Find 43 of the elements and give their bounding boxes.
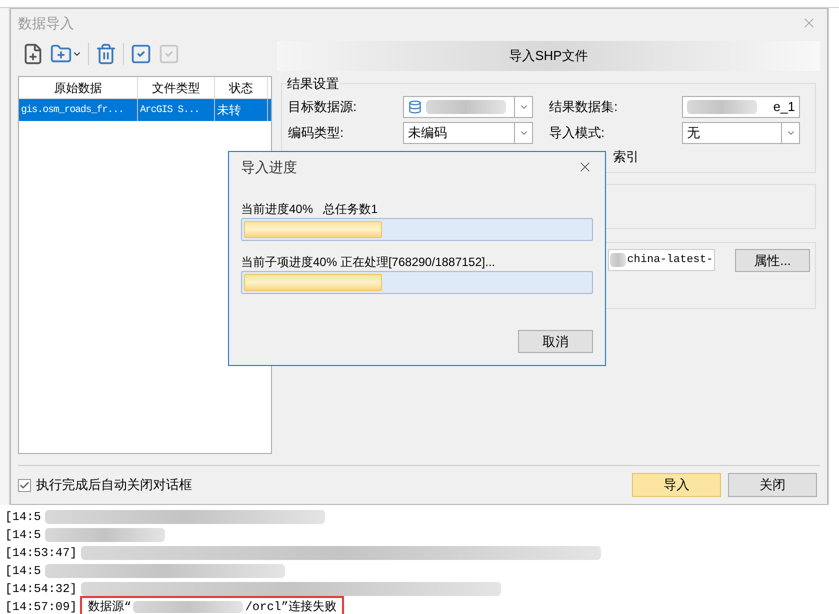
redaction-blur: [687, 100, 757, 114]
encoding-select[interactable]: 未编码: [403, 122, 533, 144]
redaction-blur: [610, 253, 626, 267]
log-time: [14:5: [5, 527, 42, 544]
column-header[interactable]: 文件类型: [138, 77, 215, 98]
window-title: 数据导入: [18, 14, 74, 32]
auto-close-checkbox[interactable]: [18, 478, 31, 492]
database-icon: [408, 100, 422, 114]
source-path-field[interactable]: china-latest-: [608, 249, 715, 271]
log-time: [14:5: [5, 563, 42, 580]
properties-button[interactable]: 属性...: [735, 249, 810, 272]
log-time: [14:57:09]: [5, 599, 78, 614]
file-row[interactable]: gis.osm_roads_fr... ArcGIS S... 未转: [19, 99, 271, 121]
table-cell: gis.osm_roads_fr...: [19, 99, 138, 121]
cancel-button[interactable]: 取消: [518, 330, 593, 353]
table-cell: ArcGIS S...: [138, 99, 215, 121]
close-button[interactable]: 关闭: [728, 473, 817, 497]
log-time: [14:54:32]: [5, 581, 78, 598]
dialog-title: 导入进度: [241, 158, 297, 176]
log-message: /orcl”连接失败: [245, 599, 336, 614]
datasource-select[interactable]: [403, 96, 533, 118]
checkbox-label: 执行完成后自动关闭对话框: [36, 476, 192, 494]
progress-label: 当前进度40% 总任务数1: [241, 201, 379, 218]
add-folder-icon[interactable]: [50, 43, 82, 65]
panel-header: 导入SHP文件: [277, 41, 820, 71]
option-label: 索引: [613, 148, 639, 166]
column-header[interactable]: 原始数据: [19, 77, 138, 98]
import-button[interactable]: 导入: [632, 473, 721, 497]
add-file-icon[interactable]: [22, 43, 44, 65]
field-label: 编码类型:: [288, 124, 345, 142]
dataset-field[interactable]: e_1: [682, 96, 800, 118]
import-mode-select[interactable]: 无: [682, 122, 800, 144]
delete-icon[interactable]: [95, 43, 117, 65]
log-time: [14:53:47]: [5, 545, 78, 562]
table-cell: 未转: [215, 99, 268, 121]
progress-label: 当前子项进度40% 正在处理[768290/1887152]...: [241, 254, 496, 271]
log-time: [14:5: [5, 509, 42, 526]
log-message: 数据源“: [88, 599, 132, 614]
field-label: 目标数据源:: [288, 98, 358, 116]
field-label: 结果数据集:: [549, 98, 619, 116]
check-all-icon[interactable]: [130, 43, 152, 65]
field-label: 导入模式:: [549, 124, 606, 142]
column-header[interactable]: 状态: [215, 77, 268, 98]
